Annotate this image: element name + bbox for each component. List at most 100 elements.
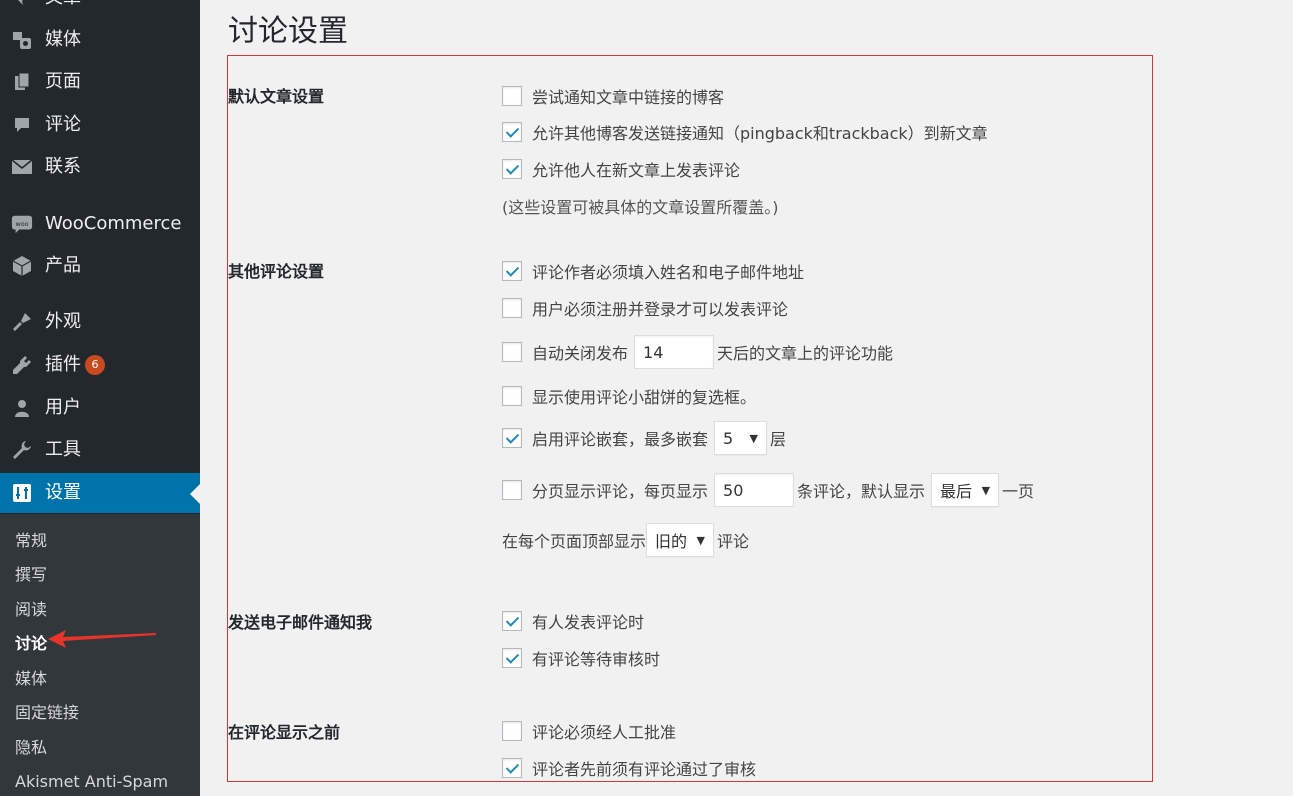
option-auto-close[interactable]: 自动关闭发布 14 天后的文章上的评论功能 — [502, 334, 893, 370]
brush-icon — [11, 311, 33, 333]
chevron-down-icon: ▼ — [696, 533, 706, 547]
checkbox-cookies-opt-in[interactable] — [502, 386, 522, 406]
option-label: 有评论等待审核时 — [532, 650, 661, 669]
menu-label: 设置 — [45, 482, 81, 503]
menu-item-appearance[interactable]: 外观 — [0, 302, 200, 342]
checkbox-notify-linked-blogs[interactable] — [502, 86, 522, 106]
checkbox-email-on-moderation[interactable] — [502, 648, 522, 668]
svg-text:woo: woo — [15, 220, 28, 228]
menu-item-users[interactable]: 用户 — [0, 388, 200, 428]
option-label: 天后的文章上的评论功能 — [717, 344, 894, 363]
menu-item-posts[interactable]: 文章 — [0, 0, 200, 18]
select-value: 最后 — [940, 482, 973, 501]
option-require-name-email[interactable]: 评论作者必须填入姓名和电子邮件地址 — [502, 258, 804, 284]
menu-label: 工具 — [45, 439, 81, 460]
menu-label: 联系 — [45, 156, 81, 177]
menu-item-products[interactable]: 产品 — [0, 246, 200, 286]
comments-per-page-input[interactable]: 50 — [714, 473, 795, 507]
chevron-down-icon: ▼ — [749, 431, 759, 445]
checkbox-allow-pingbacks[interactable] — [502, 122, 522, 142]
option-label: 启用评论嵌套，最多嵌套 — [532, 430, 709, 449]
user-icon — [11, 397, 33, 419]
menu-item-media[interactable]: 媒体 — [0, 20, 200, 60]
page-icon — [11, 71, 33, 93]
update-count-badge: 6 — [85, 355, 105, 375]
select-value: 5 — [723, 428, 734, 448]
checkbox-paginate-comments[interactable] — [502, 480, 522, 500]
submenu-akismet[interactable]: Akismet Anti-Spam — [15, 771, 168, 793]
menu-item-contact[interactable]: 联系 — [0, 147, 200, 187]
submenu-general[interactable]: 常规 — [15, 530, 47, 552]
checkbox-threaded-comments[interactable] — [502, 428, 522, 448]
checkbox-allow-comments[interactable] — [502, 159, 522, 179]
submenu-discussion[interactable]: 讨论 — [15, 633, 47, 655]
mail-icon — [11, 156, 33, 178]
menu-item-plugins[interactable]: 插件 6 — [0, 345, 200, 385]
section-title-default-article: 默认文章设置 — [228, 87, 325, 106]
menu-label: 评论 — [45, 114, 81, 135]
woo-icon: woo — [11, 213, 33, 235]
submenu-privacy[interactable]: 隐私 — [15, 737, 47, 759]
option-comment-order: 在每个页面顶部显示 旧的 ▼ 评论 — [502, 522, 749, 558]
plugin-icon — [11, 354, 33, 376]
option-email-on-moderation[interactable]: 有评论等待审核时 — [502, 645, 660, 671]
checkbox-require-name-email[interactable] — [502, 261, 522, 281]
option-threaded-comments[interactable]: 启用评论嵌套，最多嵌套 5 ▼ 层 — [502, 420, 786, 456]
option-manual-approval[interactable]: 评论必须经人工批准 — [502, 718, 676, 744]
checkbox-email-on-comment[interactable] — [502, 611, 522, 631]
option-allow-comments[interactable]: 允许他人在新文章上发表评论 — [502, 156, 740, 182]
option-label: 有人发表评论时 — [532, 613, 645, 632]
page-title: 讨论设置 — [228, 14, 348, 49]
menu-item-comments[interactable]: 评论 — [0, 105, 200, 145]
option-cookies-checkbox[interactable]: 显示使用评论小甜饼的复选框。 — [502, 383, 756, 409]
section-title-before-appear: 在评论显示之前 — [228, 723, 341, 742]
menu-item-pages[interactable]: 页面 — [0, 62, 200, 102]
wrench-icon — [11, 439, 33, 461]
thread-depth-select[interactable]: 5 ▼ — [714, 421, 768, 455]
option-email-on-comment[interactable]: 有人发表评论时 — [502, 608, 644, 634]
select-value: 旧的 — [655, 532, 688, 551]
default-page-select[interactable]: 最后 ▼ — [931, 473, 1000, 507]
pin-icon — [11, 0, 33, 9]
submenu-writing[interactable]: 撰写 — [15, 564, 47, 586]
chevron-down-icon: ▼ — [981, 483, 991, 497]
menu-label: 文章 — [45, 0, 81, 10]
option-previously-approved[interactable]: 评论者先前须有评论通过了审核 — [502, 755, 756, 781]
comment-icon — [11, 114, 33, 136]
option-label: 自动关闭发布 — [532, 344, 629, 363]
menu-label-text: 插件 — [45, 354, 81, 375]
option-label: 一页 — [1002, 482, 1035, 501]
menu-label: 页面 — [45, 71, 81, 92]
menu-label: 外观 — [45, 311, 81, 332]
menu-item-woocommerce[interactable]: woo WooCommerce — [0, 204, 200, 244]
submenu-reading[interactable]: 阅读 — [15, 599, 47, 621]
option-label: 层 — [770, 430, 787, 449]
option-label: 条评论，默认显示 — [797, 482, 926, 501]
menu-label: 插件 6 — [45, 353, 105, 377]
auto-close-days-input[interactable]: 14 — [634, 335, 715, 369]
submenu-media[interactable]: 媒体 — [15, 668, 47, 690]
main-content: 讨论设置 默认文章设置 尝试通知文章中链接的博客 允许其他博客发送链接通知（pi… — [200, 0, 1293, 796]
checkbox-require-registration[interactable] — [502, 298, 522, 318]
submenu-permalinks[interactable]: 固定链接 — [15, 702, 79, 724]
option-label: 用户必须注册并登录才可以发表评论 — [532, 300, 789, 319]
option-label: 评论必须经人工批准 — [532, 723, 677, 742]
comment-order-select[interactable]: 旧的 ▼ — [646, 523, 715, 557]
section-title-email-me: 发送电子邮件通知我 — [228, 613, 373, 632]
option-require-registration[interactable]: 用户必须注册并登录才可以发表评论 — [502, 295, 788, 321]
option-label: 允许他人在新文章上发表评论 — [532, 161, 741, 180]
checkbox-auto-close[interactable] — [502, 342, 522, 362]
override-note: (这些设置可被具体的文章设置所覆盖。) — [502, 198, 779, 217]
option-paginate-comments[interactable]: 分页显示评论，每页显示 50 条评论，默认显示 最后 ▼ 一页 — [502, 472, 1034, 508]
checkbox-manual-approval[interactable] — [502, 721, 522, 741]
menu-label: WooCommerce — [45, 213, 182, 234]
option-label: 评论 — [717, 532, 750, 551]
menu-item-settings[interactable]: 设置 — [0, 473, 200, 513]
checkbox-previously-approved[interactable] — [502, 758, 522, 778]
red-arrow-annotation — [48, 630, 156, 648]
menu-item-tools[interactable]: 工具 — [0, 430, 200, 470]
option-notify-linked-blogs[interactable]: 尝试通知文章中链接的博客 — [502, 83, 724, 109]
option-allow-pingbacks[interactable]: 允许其他博客发送链接通知（pingback和trackback）到新文章 — [502, 119, 988, 145]
option-label: 评论者先前须有评论通过了审核 — [532, 760, 757, 779]
settings-icon — [11, 482, 33, 504]
